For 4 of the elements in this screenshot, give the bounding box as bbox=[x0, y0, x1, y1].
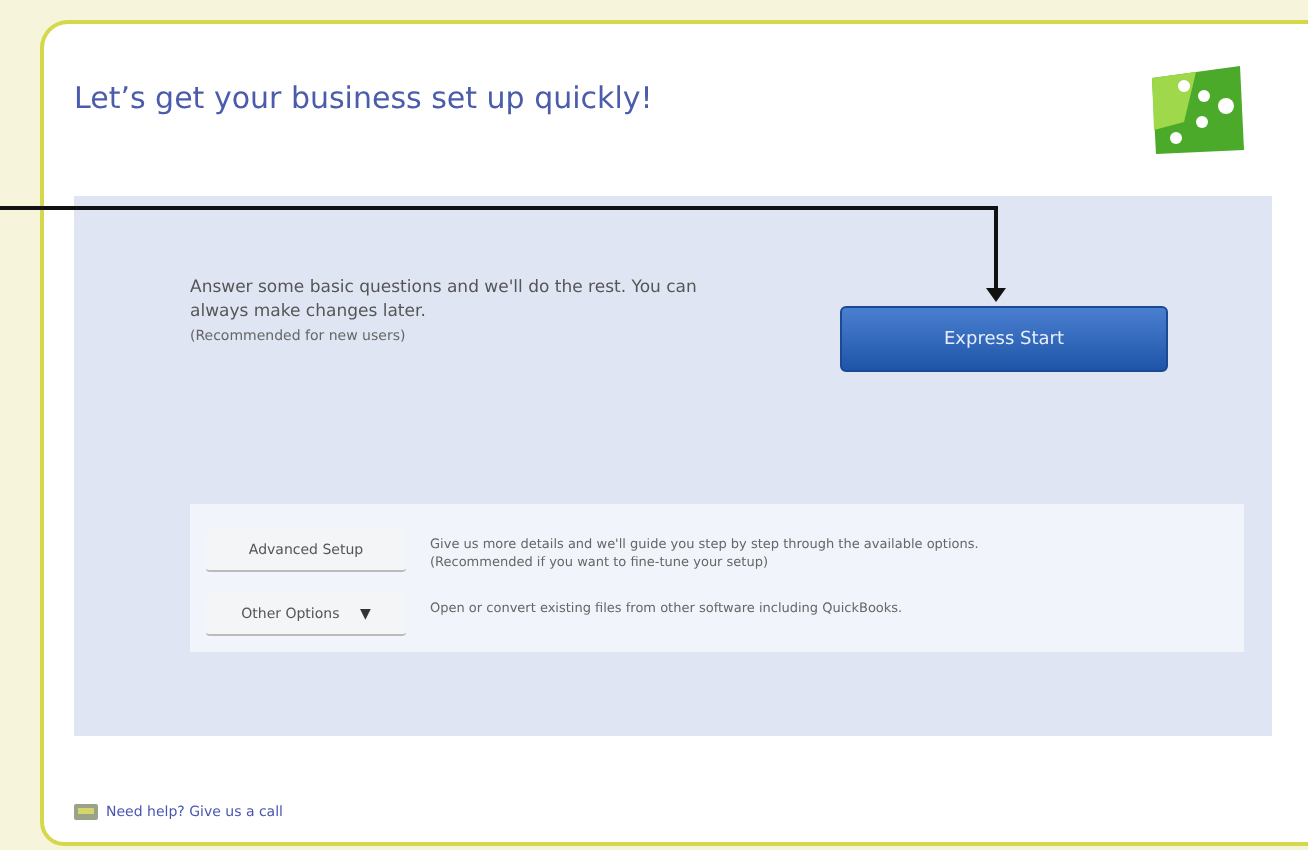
page-title: Let’s get your business set up quickly! bbox=[74, 80, 653, 116]
express-start-button[interactable]: Express Start bbox=[840, 306, 1168, 372]
phone-icon bbox=[74, 802, 98, 822]
express-description: Answer some basic questions and we'll do the rest. You can always make changes later. bbox=[190, 276, 699, 324]
